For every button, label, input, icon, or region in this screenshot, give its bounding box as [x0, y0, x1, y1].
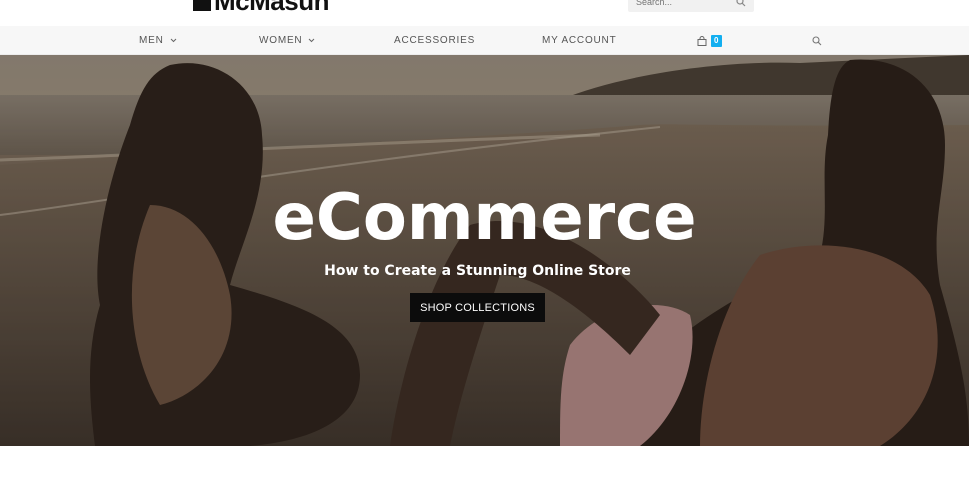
- nav-accessories[interactable]: ACCESSORIES: [394, 26, 475, 55]
- search-input[interactable]: [636, 0, 726, 7]
- site-header: McMasun: [0, 0, 969, 26]
- logo-mark: [193, 0, 211, 11]
- nav-search-button[interactable]: [806, 26, 822, 55]
- search-icon: [812, 35, 822, 45]
- nav-my-account-label: MY ACCOUNT: [542, 35, 617, 46]
- nav-women[interactable]: WOMEN: [259, 26, 315, 55]
- hero-title: eCommerce: [272, 181, 697, 255]
- site-logo[interactable]: McMasun: [193, 0, 329, 14]
- header-search: [628, 0, 754, 12]
- chevron-down-icon: [309, 38, 315, 43]
- logo-text: McMasun: [214, 0, 329, 16]
- nav-men-label: MEN: [139, 35, 164, 46]
- nav-accessories-label: ACCESSORIES: [394, 35, 476, 46]
- page-content-area: [0, 446, 969, 485]
- nav-my-account[interactable]: MY ACCOUNT: [542, 26, 617, 55]
- cart-button[interactable]: 0: [691, 26, 723, 55]
- cart-count-badge: 0: [711, 34, 723, 47]
- nav-women-label: WOMEN: [259, 35, 303, 46]
- hero-subtitle: How to Create a Stunning Online Store: [324, 263, 631, 279]
- search-icon[interactable]: [736, 0, 746, 7]
- chevron-down-icon: [170, 38, 176, 43]
- shopping-bag-icon: [697, 35, 707, 46]
- main-navigation: MEN WOMEN ACCESSORIES MY ACCOUNT 0: [0, 26, 969, 55]
- hero-banner: eCommerce How to Create a Stunning Onlin…: [0, 55, 969, 446]
- shop-collections-button[interactable]: SHOP COLLECTIONS: [410, 293, 545, 322]
- nav-men[interactable]: MEN: [139, 26, 177, 55]
